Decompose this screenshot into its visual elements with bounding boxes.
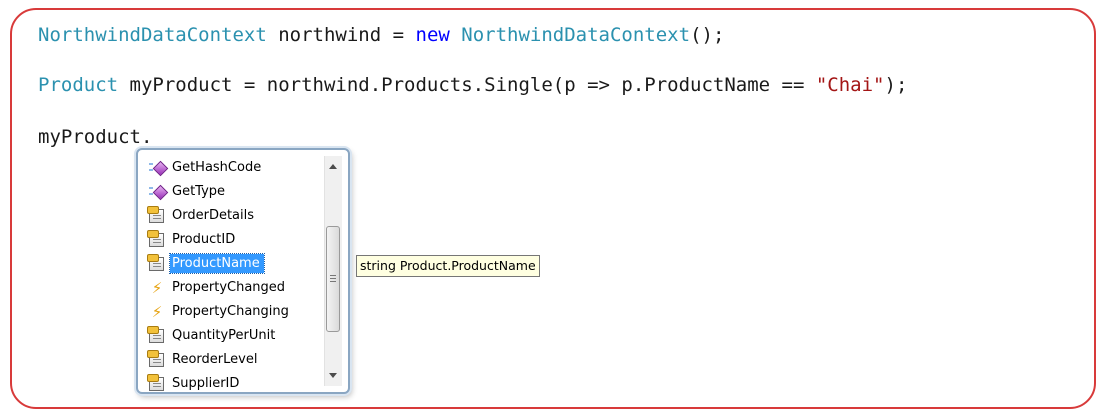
keyword-new: new [415, 24, 450, 46]
completion-item[interactable]: ReorderLevel [144, 348, 322, 372]
event-icon: ⚡ [151, 279, 163, 297]
completion-item[interactable]: ProductID [144, 228, 322, 252]
completion-item-label: PropertyChanging [172, 304, 289, 319]
property-icon [147, 326, 164, 343]
completion-item[interactable]: GetType [144, 180, 322, 204]
completion-item[interactable]: QuantityPerUnit [144, 324, 322, 348]
string-literal: "Chai" [815, 74, 885, 96]
completion-item-label: GetType [172, 184, 226, 199]
method-icon [149, 160, 165, 176]
scroll-up-arrow-icon[interactable] [329, 164, 337, 169]
method-icon [149, 184, 165, 200]
quickinfo-tooltip: string Product.ProductName [356, 255, 540, 277]
completion-item[interactable]: ⚡ PropertyChanging [144, 300, 322, 324]
code-text: myProduct = northwind.Products.Single(p … [118, 74, 816, 96]
completion-item-label: PropertyChanged [172, 280, 286, 295]
scrollbar-thumb[interactable] [326, 226, 340, 332]
code-line-1: NorthwindDataContext northwind = new Nor… [38, 24, 724, 46]
code-line-3[interactable]: myProduct. [38, 126, 152, 148]
completion-item-label: ReorderLevel [172, 352, 258, 367]
completion-item[interactable]: ProductName [144, 252, 322, 276]
property-icon [147, 230, 164, 247]
event-icon: ⚡ [151, 303, 163, 321]
completion-item[interactable]: ⚡ PropertyChanged [144, 276, 322, 300]
property-icon [147, 374, 164, 391]
completion-item-label: GetHashCode [172, 160, 262, 175]
property-icon [147, 350, 164, 367]
code-text: northwind = [266, 24, 416, 46]
completion-list[interactable]: GetHashCode GetType OrderDetails ProductID P… [144, 156, 322, 396]
property-icon [147, 206, 164, 223]
completion-item-label: SupplierID [172, 376, 240, 391]
type-name: NorthwindDataContext [38, 24, 267, 46]
completion-item-label: ProductID [172, 232, 236, 247]
code-text: ); [884, 74, 908, 96]
completion-item[interactable]: GetHashCode [144, 156, 322, 180]
completion-item[interactable]: SupplierID [144, 372, 322, 396]
code-line-2: Product myProduct = northwind.Products.S… [38, 74, 907, 96]
constructor-type: NorthwindDataContext [461, 24, 691, 46]
code-text: (); [690, 24, 725, 46]
property-icon [147, 254, 164, 271]
scrollbar[interactable] [324, 156, 342, 386]
completion-item[interactable]: OrderDetails [144, 204, 322, 228]
completion-item-label: QuantityPerUnit [172, 328, 276, 343]
scroll-down-arrow-icon[interactable] [329, 373, 337, 378]
completion-item-label: ProductName [169, 253, 265, 274]
completion-item-label: OrderDetails [172, 208, 255, 223]
type-name: Product [38, 74, 119, 96]
intellisense-popup[interactable]: GetHashCode GetType OrderDetails ProductID P… [136, 148, 350, 394]
grip-icon [330, 275, 336, 276]
